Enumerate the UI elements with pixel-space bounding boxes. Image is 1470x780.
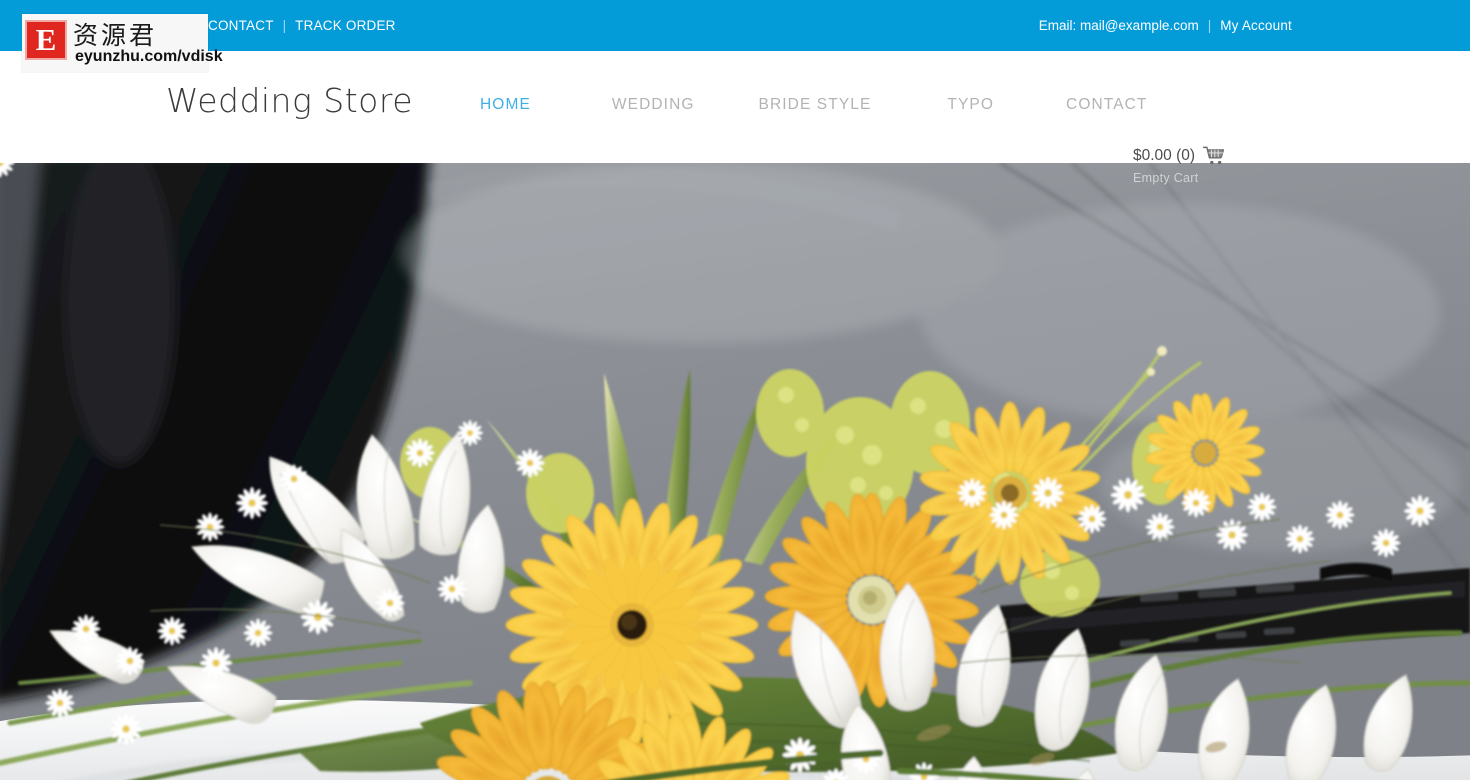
nav-item-wedding[interactable]: WEDDING: [612, 96, 695, 114]
topbar-link-my-account[interactable]: My Account: [1220, 18, 1292, 33]
topbar-link-track-order[interactable]: TRACK ORDER: [295, 18, 395, 33]
topbar-separator-right: |: [1207, 18, 1212, 33]
cart-summary-row: $0.00 (0): [1133, 146, 1225, 166]
nav-item-typo[interactable]: TYPO: [947, 96, 994, 114]
main-navigation: HOME WEDDING BRIDE STYLE TYPO CONTACT: [480, 96, 1148, 114]
nav-item-bride-style[interactable]: BRIDE STYLE: [759, 96, 872, 114]
topbar-separator: |: [282, 18, 287, 33]
watermark-letter-e-icon: E: [25, 20, 67, 60]
nav-item-home[interactable]: HOME: [480, 96, 531, 114]
cart-widget[interactable]: $0.00 (0) Empty Cart: [1133, 146, 1225, 185]
page-root: CONTACT | TRACK ORDER Email: mail@exampl…: [0, 0, 1470, 780]
top-bar-right-links: Email: mail@example.com | My Account: [1039, 0, 1292, 51]
topbar-link-contact[interactable]: CONTACT: [208, 18, 274, 33]
shopping-cart-icon[interactable]: [1202, 146, 1225, 166]
cart-total-amount: $0.00 (0): [1133, 147, 1196, 164]
watermark-chinese-text: 资源君: [73, 21, 158, 50]
site-brand-title[interactable]: Wedding Store: [166, 81, 413, 120]
watermark-url-text: eyunzhu.com/vdisk: [75, 48, 223, 65]
site-header: Wedding Store HOME WEDDING BRIDE STYLE T…: [0, 51, 1470, 185]
watermark-logo: E 资源君 eyunzhu.com/vdisk: [22, 14, 223, 72]
nav-item-contact[interactable]: CONTACT: [1066, 96, 1147, 114]
hero-illustration: [0, 163, 1470, 780]
hero-banner-image: [0, 163, 1470, 780]
top-bar: CONTACT | TRACK ORDER Email: mail@exampl…: [0, 0, 1470, 51]
top-bar-left-links: CONTACT | TRACK ORDER: [208, 0, 396, 51]
cart-status-text: Empty Cart: [1133, 171, 1199, 185]
topbar-email: Email: mail@example.com: [1038, 18, 1199, 33]
